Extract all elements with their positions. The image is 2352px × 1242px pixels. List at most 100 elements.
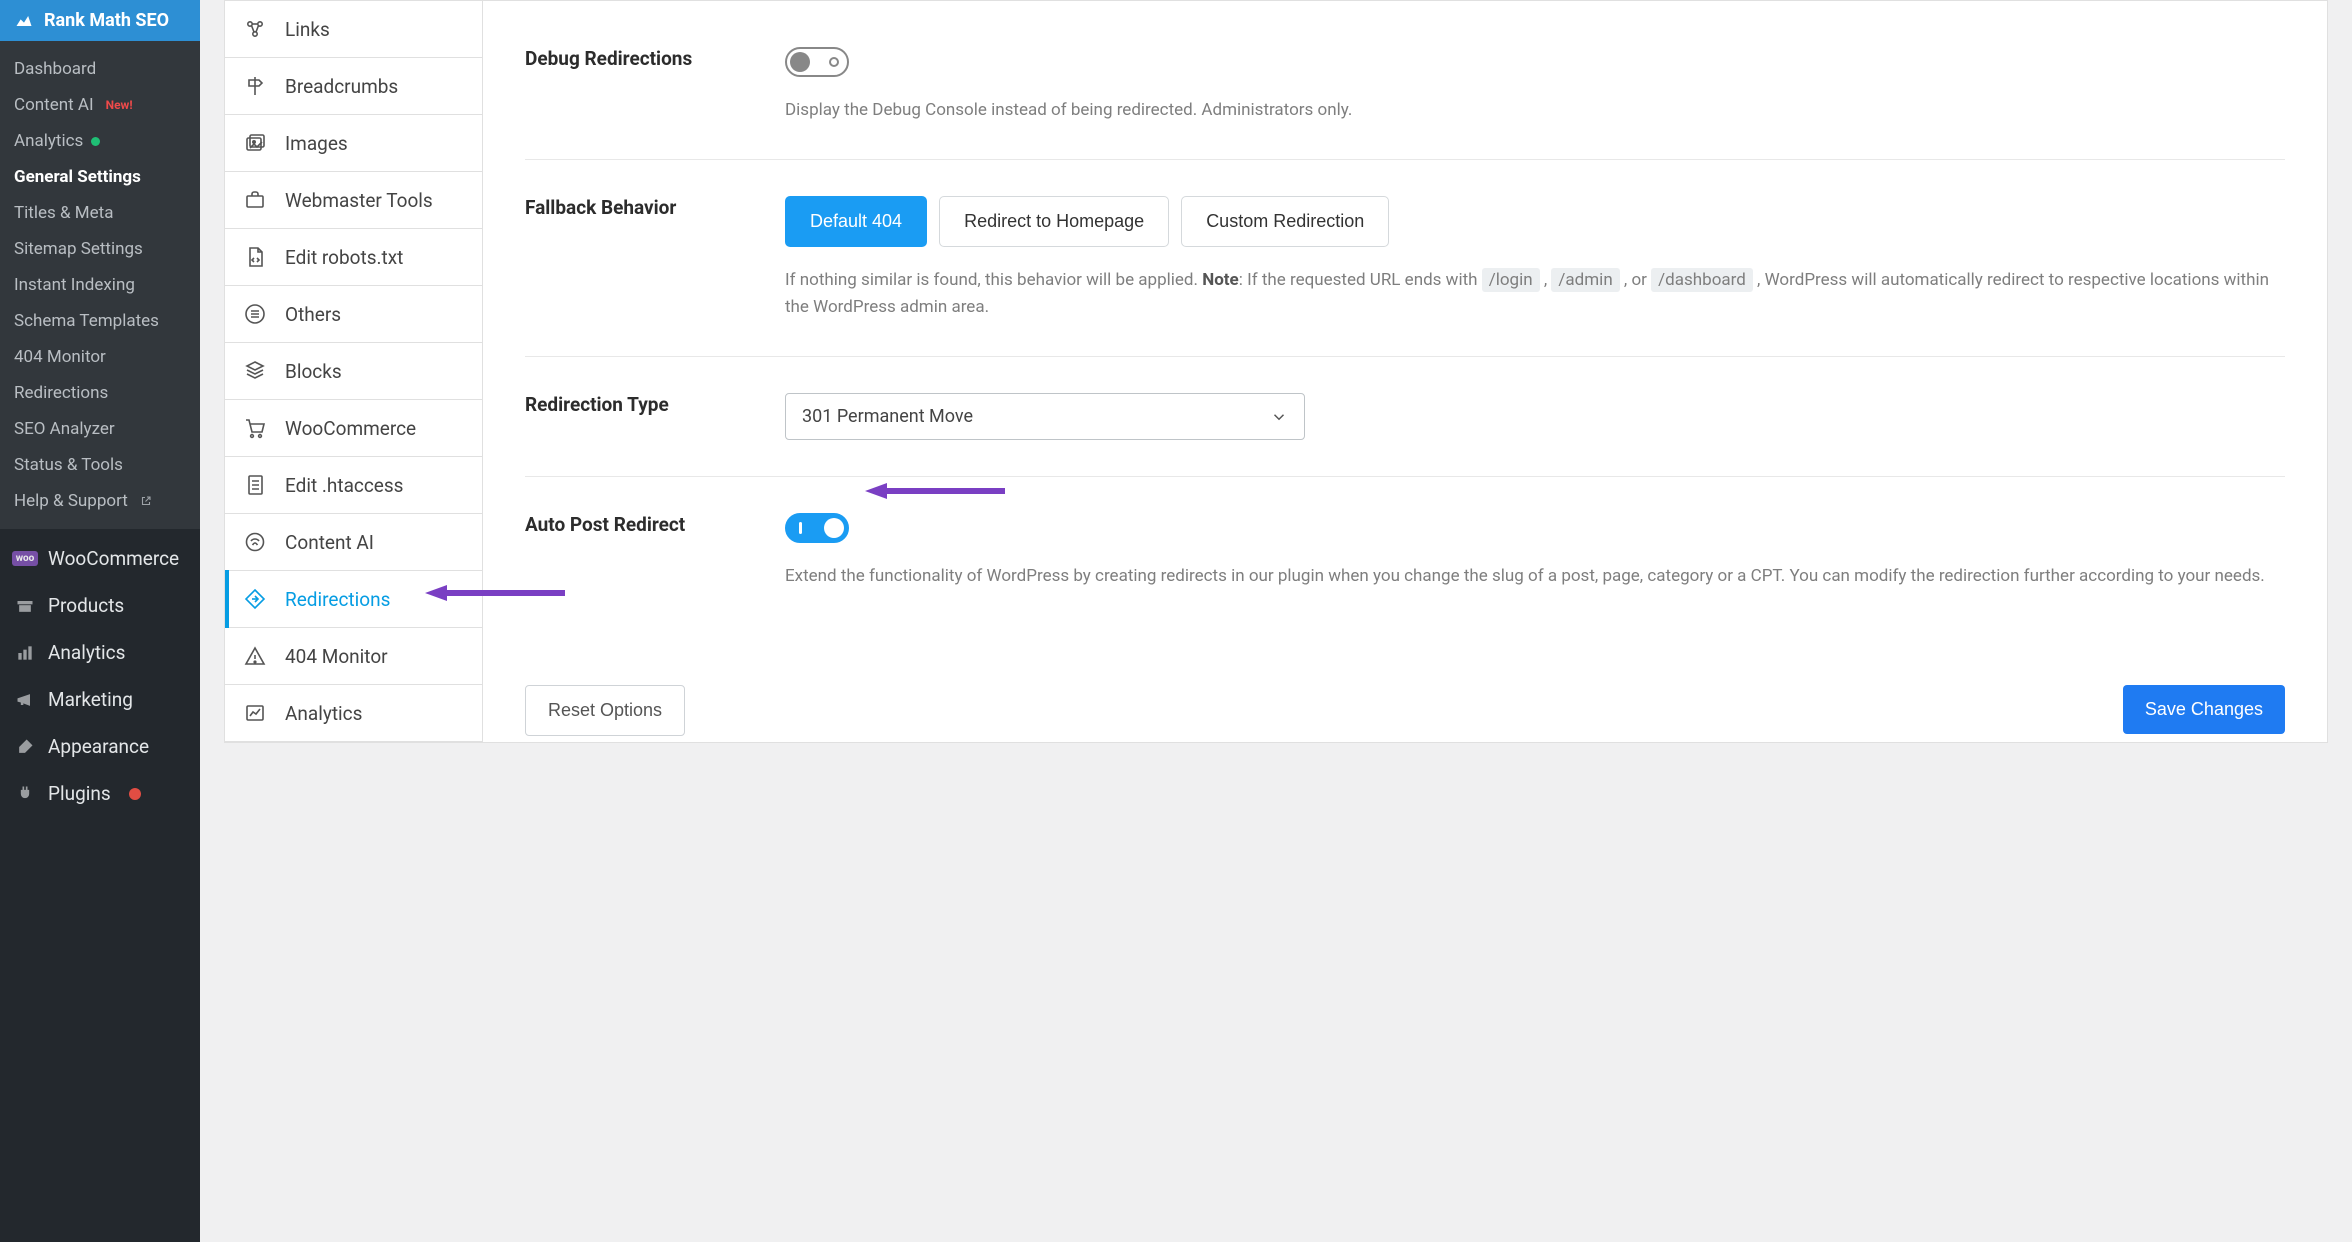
submenu-item-label: Help & Support xyxy=(14,491,128,511)
tab-label: Blocks xyxy=(285,360,342,383)
menu-woocommerce[interactable]: woo WooCommerce xyxy=(0,535,200,582)
menu-appearance[interactable]: Appearance xyxy=(0,723,200,770)
tab-breadcrumbs[interactable]: Breadcrumbs xyxy=(225,58,482,115)
rank-math-logo-icon xyxy=(14,11,34,31)
submenu-dashboard[interactable]: Dashboard xyxy=(0,51,200,87)
menu-products[interactable]: Products xyxy=(0,582,200,629)
menu-item-label: WooCommerce xyxy=(48,547,179,570)
save-changes-button[interactable]: Save Changes xyxy=(2123,685,2285,734)
desc-fallback-behavior: If nothing similar is found, this behavi… xyxy=(785,267,2285,320)
submenu-item-label: Schema Templates xyxy=(14,311,159,331)
submenu-item-label: Content AI xyxy=(14,95,94,115)
sign-icon xyxy=(243,74,269,98)
ai-icon xyxy=(243,530,269,554)
tab-redirections[interactable]: Redirections xyxy=(225,571,482,628)
option-default-404[interactable]: Default 404 xyxy=(785,196,927,247)
megaphone-icon xyxy=(14,690,36,710)
submenu-404-monitor[interactable]: 404 Monitor xyxy=(0,339,200,375)
tab-label: Breadcrumbs xyxy=(285,75,398,98)
submenu-sitemap[interactable]: Sitemap Settings xyxy=(0,231,200,267)
submenu-content-ai[interactable]: Content AINew! xyxy=(0,87,200,123)
woocommerce-icon: woo xyxy=(14,551,36,566)
tab-analytics[interactable]: Analytics xyxy=(225,685,482,742)
wp-main-menu: woo WooCommerce Products Analytics Marke… xyxy=(0,529,200,817)
select-value: 301 Permanent Move xyxy=(802,406,973,427)
menu-marketing[interactable]: Marketing xyxy=(0,676,200,723)
submenu-item-label: Analytics xyxy=(14,131,83,151)
plug-icon xyxy=(14,784,36,804)
tab-content-ai[interactable]: Content AI xyxy=(225,514,482,571)
file-lines-icon xyxy=(243,473,269,497)
toggle-on-indicator xyxy=(799,522,802,534)
blocks-icon xyxy=(243,359,269,383)
tab-label: Images xyxy=(285,132,348,155)
note-label: Note xyxy=(1202,270,1239,290)
row-auto-post-redirect: Auto Post Redirect Extend the functional… xyxy=(525,477,2285,625)
menu-item-label: Plugins xyxy=(48,782,111,805)
submenu-item-label: Instant Indexing xyxy=(14,275,135,295)
toggle-off-indicator xyxy=(829,57,839,67)
submenu-status-tools[interactable]: Status & Tools xyxy=(0,447,200,483)
tab-edit-robots[interactable]: Edit robots.txt xyxy=(225,229,482,286)
desc-text: : If the requested URL ends with xyxy=(1239,270,1482,290)
option-custom-redirection[interactable]: Custom Redirection xyxy=(1181,196,1389,247)
submenu-schema-templates[interactable]: Schema Templates xyxy=(0,303,200,339)
row-redirection-type: Redirection Type 301 Permanent Move xyxy=(525,357,2285,477)
list-icon xyxy=(243,302,269,326)
code-dashboard: /dashboard xyxy=(1651,268,1753,292)
external-link-icon xyxy=(140,495,152,507)
menu-plugins[interactable]: Plugins xyxy=(0,770,200,817)
tab-woocommerce[interactable]: WooCommerce xyxy=(225,400,482,457)
brush-icon xyxy=(14,737,36,757)
tab-edit-htaccess[interactable]: Edit .htaccess xyxy=(225,457,482,514)
toggle-auto-post-redirect[interactable] xyxy=(785,513,849,543)
tab-404-monitor[interactable]: 404 Monitor xyxy=(225,628,482,685)
submenu-item-label: Redirections xyxy=(14,383,108,403)
submenu-redirections[interactable]: Redirections xyxy=(0,375,200,411)
tab-label: Webmaster Tools xyxy=(285,189,433,212)
tab-images[interactable]: Images xyxy=(225,115,482,172)
label-auto-post-redirect: Auto Post Redirect xyxy=(525,513,745,589)
update-indicator-icon xyxy=(129,788,141,800)
code-login: /login xyxy=(1482,268,1540,292)
archive-icon xyxy=(14,596,36,616)
chart-icon xyxy=(243,701,269,725)
submenu-item-label: 404 Monitor xyxy=(14,347,106,367)
tab-label: Content AI xyxy=(285,531,374,554)
tab-label: Links xyxy=(285,18,330,41)
menu-item-label: Analytics xyxy=(48,641,125,664)
desc-debug-redirections: Display the Debug Console instead of bei… xyxy=(785,97,2285,123)
submenu-titles-meta[interactable]: Titles & Meta xyxy=(0,195,200,231)
tab-label: Redirections xyxy=(285,588,390,611)
toggle-debug-redirections[interactable] xyxy=(785,47,849,77)
settings-card: Links Breadcrumbs Images Webmaster Tools… xyxy=(224,0,2328,743)
settings-tabs: Links Breadcrumbs Images Webmaster Tools… xyxy=(225,1,483,742)
tab-links[interactable]: Links xyxy=(225,1,482,58)
submenu-general-settings[interactable]: General Settings xyxy=(0,159,200,195)
tab-label: WooCommerce xyxy=(285,417,416,440)
warn-icon xyxy=(243,644,269,668)
menu-item-label: Products xyxy=(48,594,124,617)
tab-label: 404 Monitor xyxy=(285,645,388,668)
desc-auto-post-redirect: Extend the functionality of WordPress by… xyxy=(785,563,2285,589)
row-debug-redirections: Debug Redirections Display the Debug Con… xyxy=(525,11,2285,160)
sidebar-plugin-title: Rank Math SEO xyxy=(44,10,169,31)
label-fallback-behavior: Fallback Behavior xyxy=(525,196,745,320)
submenu-item-label: Titles & Meta xyxy=(14,203,113,223)
tab-others[interactable]: Others xyxy=(225,286,482,343)
option-redirect-homepage[interactable]: Redirect to Homepage xyxy=(939,196,1169,247)
menu-analytics[interactable]: Analytics xyxy=(0,629,200,676)
chevron-down-icon xyxy=(1270,408,1288,426)
submenu-help-support[interactable]: Help & Support xyxy=(0,483,200,519)
desc-text: If nothing similar is found, this behavi… xyxy=(785,270,1202,290)
submenu-instant-indexing[interactable]: Instant Indexing xyxy=(0,267,200,303)
submenu-item-label: Status & Tools xyxy=(14,455,123,475)
tab-blocks[interactable]: Blocks xyxy=(225,343,482,400)
reset-options-button[interactable]: Reset Options xyxy=(525,685,685,736)
submenu-analytics[interactable]: Analytics xyxy=(0,123,200,159)
submenu-seo-analyzer[interactable]: SEO Analyzer xyxy=(0,411,200,447)
tab-webmaster-tools[interactable]: Webmaster Tools xyxy=(225,172,482,229)
wp-admin-sidebar: Rank Math SEO Dashboard Content AINew! A… xyxy=(0,0,200,1242)
select-redirection-type[interactable]: 301 Permanent Move xyxy=(785,393,1305,440)
sidebar-plugin-header[interactable]: Rank Math SEO xyxy=(0,0,200,41)
